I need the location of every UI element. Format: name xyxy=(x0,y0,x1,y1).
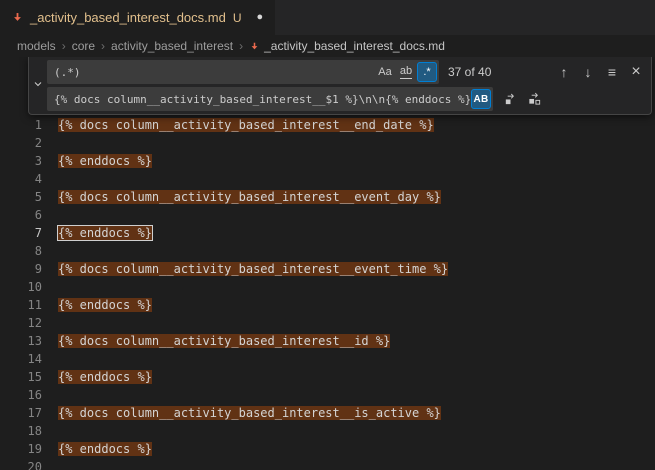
replace-all-icon xyxy=(527,91,542,108)
breadcrumb-activity-based-interest[interactable]: activity_based_interest xyxy=(111,39,233,53)
close-find-widget-button[interactable]: × xyxy=(625,61,647,83)
breadcrumb-separator: › xyxy=(239,39,243,53)
code-line[interactable]: {% enddocs %} xyxy=(58,368,448,386)
code-line[interactable]: {% docs column__activity_based_interest_… xyxy=(58,188,448,206)
code-line[interactable] xyxy=(58,314,448,332)
line-number: 3 xyxy=(0,152,42,170)
code-line[interactable] xyxy=(58,206,448,224)
match-case-toggle[interactable]: Aa xyxy=(375,62,395,82)
code-line[interactable]: {% docs column__activity_based_interest_… xyxy=(58,404,448,422)
breadcrumb-core[interactable]: core xyxy=(72,39,95,53)
code-line[interactable]: {% docs column__activity_based_interest_… xyxy=(58,260,448,278)
whole-word-toggle[interactable]: ab xyxy=(396,62,416,82)
regex-icon: .* xyxy=(423,66,430,78)
match-case-icon: Aa xyxy=(378,66,391,78)
code-line[interactable] xyxy=(58,278,448,296)
replace-row: {% docs column__activity_based_interest_… xyxy=(47,87,647,111)
code-line[interactable] xyxy=(58,170,448,188)
preserve-case-icon: AB xyxy=(473,94,488,105)
line-number: 6 xyxy=(0,206,42,224)
code-line[interactable] xyxy=(58,134,448,152)
code-line[interactable]: {% docs column__activity_based_interest_… xyxy=(58,332,448,350)
search-match: {% docs column__activity_based_interest_… xyxy=(58,118,434,132)
search-match: {% enddocs %} xyxy=(58,442,152,456)
replace-button[interactable] xyxy=(499,88,521,110)
preserve-case-toggle[interactable]: AB xyxy=(471,89,491,109)
breadcrumb-models[interactable]: models xyxy=(17,39,56,53)
find-actions: ↑ ↓ ≡ × xyxy=(553,61,647,83)
find-row: (.*) Aa ab .* 37 of 40 ↑ ↓ ≡ × xyxy=(47,60,647,84)
search-match: {% enddocs %} xyxy=(58,154,152,168)
code-line[interactable]: {% docs column__activity_based_interest_… xyxy=(58,116,448,134)
line-number: 13 xyxy=(0,332,42,350)
code-line[interactable]: {% enddocs %} xyxy=(58,152,448,170)
editor-pane[interactable]: (.*) Aa ab .* 37 of 40 ↑ ↓ ≡ × { xyxy=(0,57,655,470)
line-number: 5 xyxy=(0,188,42,206)
search-match: {% docs column__activity_based_interest_… xyxy=(58,190,441,204)
code-line[interactable]: {% enddocs %} xyxy=(58,296,448,314)
line-number: 20 xyxy=(0,458,42,470)
regex-toggle[interactable]: .* xyxy=(417,62,437,82)
code-line[interactable] xyxy=(58,242,448,260)
line-number: 16 xyxy=(0,386,42,404)
code-line[interactable]: {% enddocs %} xyxy=(58,224,448,242)
line-number: 15 xyxy=(0,368,42,386)
next-match-button[interactable]: ↓ xyxy=(577,61,599,83)
line-number: 19 xyxy=(0,440,42,458)
line-number: 11 xyxy=(0,296,42,314)
tab-title: _activity_based_interest_docs.md xyxy=(30,10,226,25)
line-number: 12 xyxy=(0,314,42,332)
breadcrumb-file[interactable]: _activity_based_interest_docs.md xyxy=(249,39,445,53)
tab-activity-based-interest-docs[interactable]: _activity_based_interest_docs.md U ● xyxy=(0,0,275,35)
code-line[interactable] xyxy=(58,386,448,404)
editor-tab-bar: _activity_based_interest_docs.md U ● xyxy=(0,0,655,35)
find-input-value: (.*) xyxy=(54,66,374,79)
git-status-badge: U xyxy=(233,11,242,25)
search-match: {% docs column__activity_based_interest_… xyxy=(58,262,448,276)
line-number: 7 xyxy=(0,224,42,242)
find-replace-widget: (.*) Aa ab .* 37 of 40 ↑ ↓ ≡ × { xyxy=(28,57,652,115)
replace-actions xyxy=(499,88,545,110)
code-line[interactable] xyxy=(58,350,448,368)
dirty-indicator-dot[interactable]: ● xyxy=(257,12,264,23)
line-number: 17 xyxy=(0,404,42,422)
line-number: 4 xyxy=(0,170,42,188)
editor-scroll-area: 1234567891011121314151617181920 {% docs … xyxy=(0,57,655,470)
previous-match-button[interactable]: ↑ xyxy=(553,61,575,83)
search-match: {% docs column__activity_based_interest_… xyxy=(58,406,441,420)
line-number: 8 xyxy=(0,242,42,260)
editor-gutter: 1234567891011121314151617181920 xyxy=(0,116,42,470)
line-number: 10 xyxy=(0,278,42,296)
line-number: 14 xyxy=(0,350,42,368)
chevron-down-icon xyxy=(32,77,44,95)
breadcrumb-separator: › xyxy=(101,39,105,53)
search-match: {% enddocs %} xyxy=(58,298,152,312)
line-number: 2 xyxy=(0,134,42,152)
code-line[interactable] xyxy=(58,422,448,440)
code-line[interactable]: {% enddocs %} xyxy=(58,440,448,458)
replace-input-value: {% docs column__activity_based_interest_… xyxy=(54,93,470,106)
whole-word-icon: ab xyxy=(400,65,412,78)
match-count: 37 of 40 xyxy=(448,65,491,79)
replace-icon xyxy=(503,91,518,108)
replace-all-button[interactable] xyxy=(523,88,545,110)
markdown-file-icon xyxy=(11,11,24,24)
breadcrumb-separator: › xyxy=(62,39,66,53)
search-match: {% docs column__activity_based_interest_… xyxy=(58,334,390,348)
editor-lines[interactable]: {% docs column__activity_based_interest_… xyxy=(58,116,448,470)
search-match: {% enddocs %} xyxy=(58,370,152,384)
code-line[interactable] xyxy=(58,458,448,470)
vscode-window: _activity_based_interest_docs.md U ● mod… xyxy=(0,0,655,470)
breadcrumb-file-label: _activity_based_interest_docs.md xyxy=(264,39,445,53)
line-number: 18 xyxy=(0,422,42,440)
replace-input[interactable]: {% docs column__activity_based_interest_… xyxy=(47,87,493,111)
markdown-file-icon xyxy=(249,41,260,52)
search-match: {% enddocs %} xyxy=(58,226,152,240)
find-in-selection-button[interactable]: ≡ xyxy=(601,61,623,83)
breadcrumb: models › core › activity_based_interest … xyxy=(0,35,655,57)
toggle-replace-button[interactable] xyxy=(29,60,47,111)
line-number: 9 xyxy=(0,260,42,278)
find-input[interactable]: (.*) Aa ab .* xyxy=(47,60,439,84)
line-number: 1 xyxy=(0,116,42,134)
